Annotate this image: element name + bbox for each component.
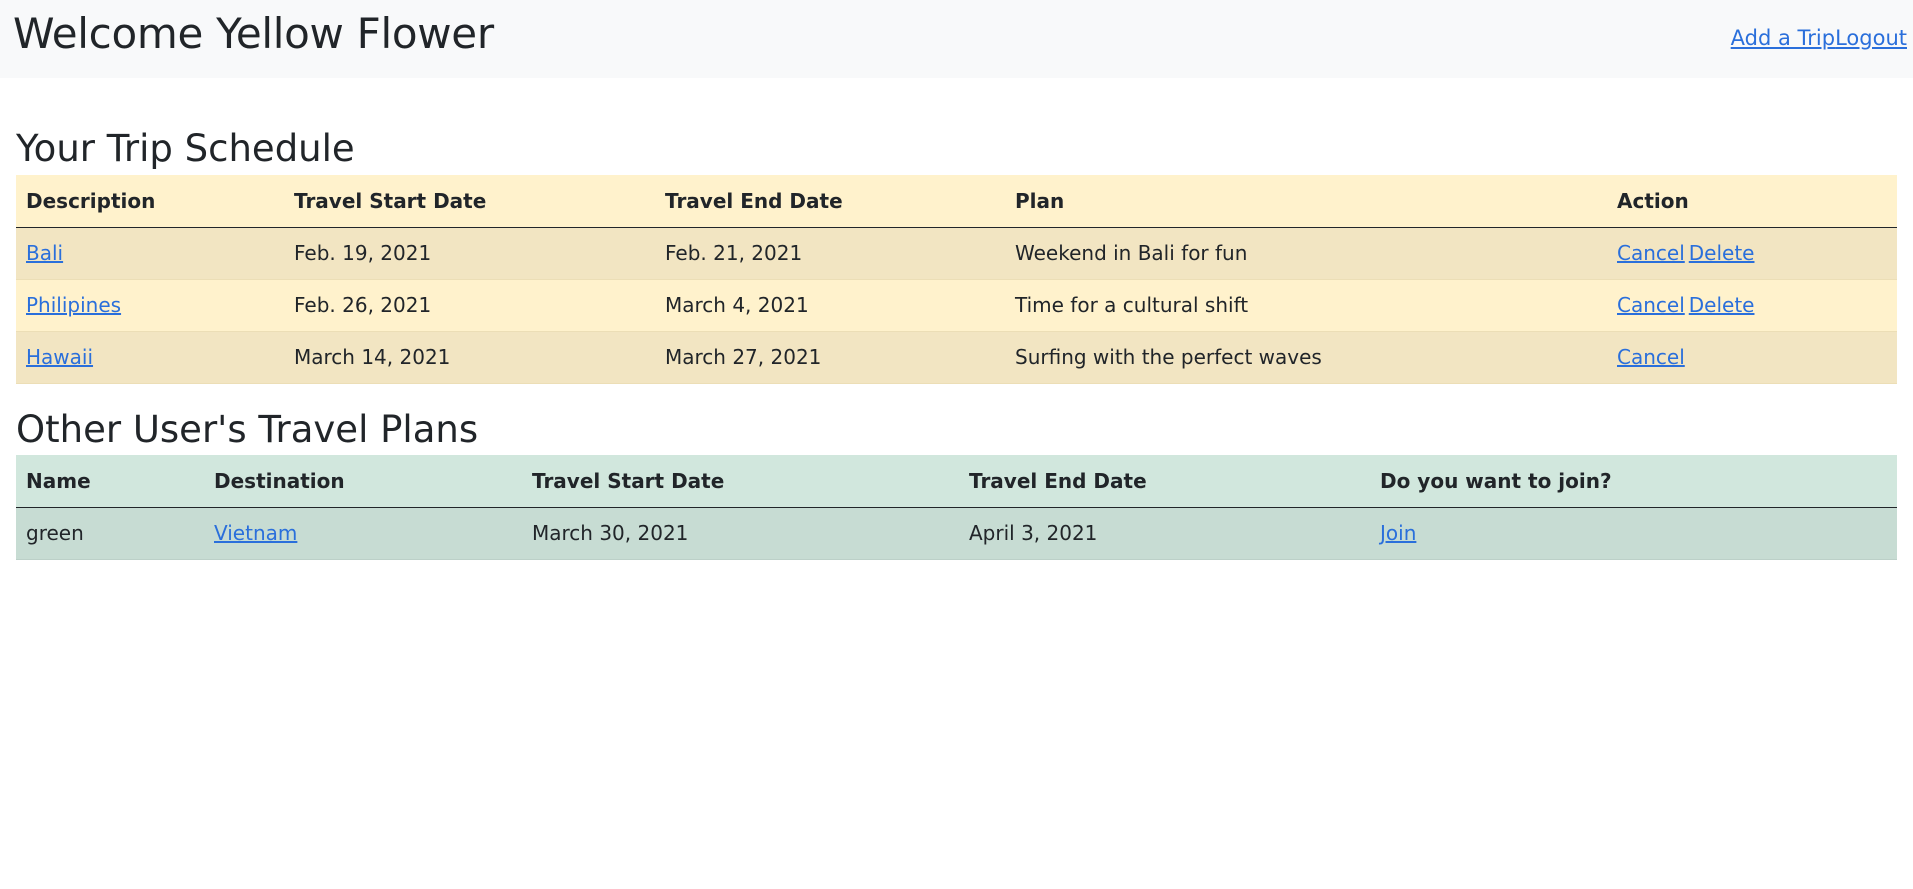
- page-title: Welcome Yellow Flower: [13, 9, 494, 58]
- trip-description-cell: Philipines: [16, 279, 284, 332]
- trip-start-date: Feb. 19, 2021: [284, 227, 655, 280]
- table-header-row: Name Destination Travel Start Date Trave…: [16, 455, 1897, 508]
- column-header-description: Description: [16, 175, 284, 228]
- table-header-row: Description Travel Start Date Travel End…: [16, 175, 1897, 228]
- join-cell: Join: [1370, 507, 1897, 560]
- trip-description-cell: Bali: [16, 227, 284, 280]
- trip-start-date: March 14, 2021: [284, 331, 655, 384]
- other-plans-table: Name Destination Travel Start Date Trave…: [16, 455, 1897, 560]
- trip-end-date: Feb. 21, 2021: [655, 227, 1005, 280]
- cancel-link[interactable]: Cancel: [1617, 293, 1685, 317]
- add-trip-link[interactable]: Add a Trip: [1731, 26, 1835, 50]
- destination-cell: Vietnam: [204, 507, 522, 560]
- trip-plan: Weekend in Bali for fun: [1005, 227, 1607, 280]
- trip-end-date: March 27, 2021: [655, 331, 1005, 384]
- delete-link[interactable]: Delete: [1689, 293, 1755, 317]
- trip-actions: Cancel: [1607, 331, 1897, 384]
- table-row: Philipines Feb. 26, 2021 March 4, 2021 T…: [16, 279, 1897, 332]
- cancel-link[interactable]: Cancel: [1617, 345, 1685, 369]
- table-row: Hawaii March 14, 2021 March 27, 2021 Sur…: [16, 331, 1897, 384]
- column-header-end-date: Travel End Date: [655, 175, 1005, 228]
- table-row: green Vietnam March 30, 2021 April 3, 20…: [16, 507, 1897, 560]
- nav-links: Add a Trip Logout: [1731, 26, 1907, 52]
- main-content: Your Trip Schedule Description Travel St…: [0, 78, 1913, 560]
- trip-actions: Cancel Delete: [1607, 227, 1897, 280]
- trip-schedule-table: Description Travel Start Date Travel End…: [16, 175, 1897, 384]
- plan-start-date: March 30, 2021: [522, 507, 959, 560]
- delete-link[interactable]: Delete: [1689, 241, 1755, 265]
- trip-schedule-heading: Your Trip Schedule: [16, 127, 355, 170]
- logout-link[interactable]: Logout: [1835, 26, 1907, 50]
- other-plans-heading: Other User's Travel Plans: [16, 407, 479, 451]
- column-header-join: Do you want to join?: [1370, 455, 1897, 508]
- trip-link-philipines[interactable]: Philipines: [26, 293, 121, 317]
- column-header-action: Action: [1607, 175, 1897, 228]
- user-name: green: [16, 507, 204, 560]
- trip-link-hawaii[interactable]: Hawaii: [26, 345, 93, 369]
- trip-description-cell: Hawaii: [16, 331, 284, 384]
- trip-plan: Surfing with the perfect waves: [1005, 331, 1607, 384]
- column-header-plan: Plan: [1005, 175, 1607, 228]
- destination-link-vietnam[interactable]: Vietnam: [214, 521, 297, 545]
- column-header-name: Name: [16, 455, 204, 508]
- trip-start-date: Feb. 26, 2021: [284, 279, 655, 332]
- column-header-start-date: Travel Start Date: [284, 175, 655, 228]
- trip-actions: Cancel Delete: [1607, 279, 1897, 332]
- trip-plan: Time for a cultural shift: [1005, 279, 1607, 332]
- join-link[interactable]: Join: [1380, 521, 1416, 545]
- plan-end-date: April 3, 2021: [959, 507, 1370, 560]
- column-header-end-date: Travel End Date: [959, 455, 1370, 508]
- column-header-start-date: Travel Start Date: [522, 455, 959, 508]
- column-header-destination: Destination: [204, 455, 522, 508]
- navbar: Welcome Yellow Flower Add a Trip Logout: [0, 0, 1913, 78]
- trip-link-bali[interactable]: Bali: [26, 241, 63, 265]
- trip-end-date: March 4, 2021: [655, 279, 1005, 332]
- table-row: Bali Feb. 19, 2021 Feb. 21, 2021 Weekend…: [16, 227, 1897, 280]
- cancel-link[interactable]: Cancel: [1617, 241, 1685, 265]
